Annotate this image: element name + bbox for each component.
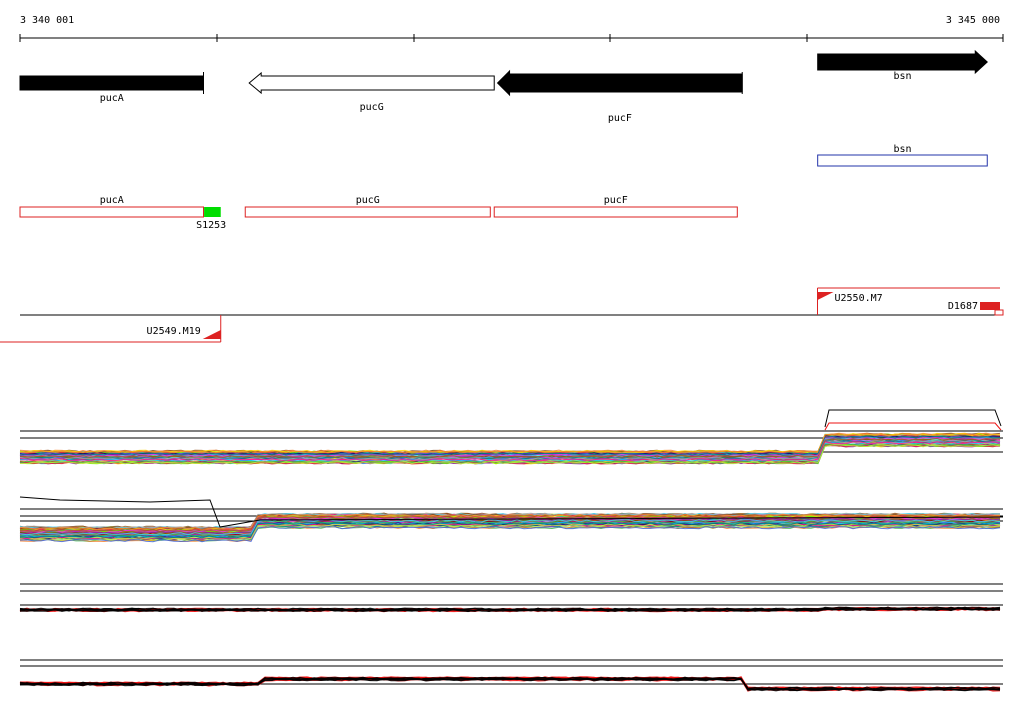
coordinate-end: 3 345 000 [946, 15, 1000, 26]
coordinate-start: 3 340 001 [20, 15, 74, 26]
annotation-box-bsn [817, 154, 988, 167]
annotation-track: bsn [817, 144, 988, 167]
orf-box-pucG [244, 206, 491, 218]
site-box-S1253 [204, 207, 221, 217]
site-label-S1253: S1253 [196, 220, 226, 231]
gene-track: pucA pucG pucF bsn [19, 49, 988, 124]
annotation-label-bsn: bsn [893, 144, 911, 155]
expression-profiles [19, 409, 1004, 692]
downstream-end-D1687 [994, 309, 1004, 316]
gene-label-pucF: pucF [608, 113, 632, 124]
profile-trace [824, 422, 1002, 431]
gene-label-pucG: pucG [360, 102, 384, 113]
orf-box-pucF [493, 206, 738, 218]
orf-label-pucF: pucF [604, 195, 628, 206]
profile-panel-two [19, 508, 1003, 543]
profile-panel-one [19, 430, 1003, 465]
gene-arrow-pucF [496, 69, 743, 97]
profile-trace [824, 409, 1002, 428]
profile-panel-four [19, 659, 1003, 692]
gene-arrow-pucA [19, 75, 204, 91]
region-label-U2549.M19: U2549.M19 [147, 326, 201, 337]
gene-label-bsn: bsn [893, 71, 911, 82]
region-flag-U2550.M7 [817, 292, 834, 300]
gene-arrow-bsn [817, 49, 988, 75]
orf-label-pucG: pucG [356, 195, 380, 206]
region-flag-U2549.M19 [202, 330, 221, 339]
orf-label-pucA: pucA [100, 195, 124, 206]
gene-label-pucA: pucA [100, 93, 124, 104]
coordinate-ruler: 3 340 001 3 345 000 [19, 15, 1004, 42]
orf-box-pucA [19, 206, 204, 218]
genome-browser: 3 340 001 3 345 000 pucApucGpucFbsn bsn … [0, 15, 1004, 692]
downstream-label-D1687: D1687 [948, 301, 978, 312]
downstream-box-D1687 [980, 302, 1000, 310]
regulatory-region-track: U2550.M7 U2549.M19 D1687 [0, 287, 1004, 343]
profile-panel-three [19, 583, 1003, 613]
region-label-U2550.M7: U2550.M7 [834, 293, 882, 304]
gene-arrow-pucG [248, 71, 495, 95]
orf-track: pucA pucG pucF S1253 [19, 195, 738, 231]
